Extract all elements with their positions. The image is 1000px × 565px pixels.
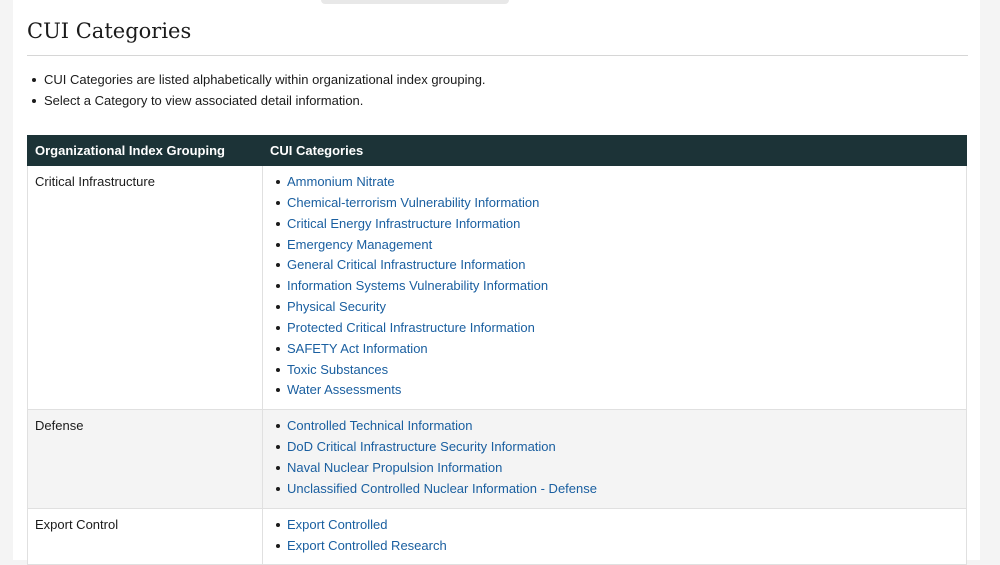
category-link[interactable]: Protected Critical Infrastructure Inform…	[287, 320, 535, 335]
column-header-categories: CUI Categories	[262, 135, 967, 166]
table-row: Critical Infrastructure Ammonium Nitrate…	[27, 164, 967, 411]
category-link[interactable]: Emergency Management	[287, 237, 432, 252]
list-item: Emergency Management	[273, 235, 966, 256]
cui-categories-table: Organizational Index Grouping CUI Catego…	[27, 135, 967, 565]
category-list: Controlled Technical Information DoD Cri…	[273, 416, 966, 499]
list-item: Chemical-terrorism Vulnerability Informa…	[273, 193, 966, 214]
list-item: Toxic Substances	[273, 360, 966, 381]
category-link[interactable]: Unclassified Controlled Nuclear Informat…	[287, 481, 597, 496]
list-item: Physical Security	[273, 297, 966, 318]
category-list: Ammonium Nitrate Chemical-terrorism Vuln…	[273, 172, 966, 401]
page-title: CUI Categories	[27, 19, 192, 43]
category-link[interactable]: Toxic Substances	[287, 362, 388, 377]
list-item: Water Assessments	[273, 380, 966, 401]
category-link[interactable]: Naval Nuclear Propulsion Information	[287, 460, 502, 475]
list-item: Naval Nuclear Propulsion Information	[273, 458, 966, 479]
group-cell: Defense	[27, 409, 263, 509]
list-item: Controlled Technical Information	[273, 416, 966, 437]
categories-cell: Ammonium Nitrate Chemical-terrorism Vuln…	[262, 164, 967, 411]
category-link[interactable]: Physical Security	[287, 299, 386, 314]
page-content: CUI Categories CUI Categories are listed…	[13, 0, 980, 565]
top-tab-edge	[321, 0, 509, 4]
window-edge	[987, 0, 1000, 560]
instruction-item: Select a Category to view associated det…	[27, 91, 486, 112]
category-link[interactable]: Controlled Technical Information	[287, 418, 472, 433]
category-link[interactable]: Export Controlled	[287, 517, 387, 532]
group-cell: Export Control	[27, 507, 263, 565]
column-header-grouping: Organizational Index Grouping	[27, 135, 263, 166]
list-item: SAFETY Act Information	[273, 339, 966, 360]
list-item: DoD Critical Infrastructure Security Inf…	[273, 437, 966, 458]
list-item: Protected Critical Infrastructure Inform…	[273, 318, 966, 339]
list-item: Export Controlled Research	[273, 536, 966, 557]
category-link[interactable]: SAFETY Act Information	[287, 341, 428, 356]
instruction-item: CUI Categories are listed alphabetically…	[27, 70, 486, 91]
category-link[interactable]: Information Systems Vulnerability Inform…	[287, 278, 548, 293]
category-link[interactable]: General Critical Infrastructure Informat…	[287, 257, 525, 272]
category-link[interactable]: Water Assessments	[287, 382, 401, 397]
title-divider	[27, 55, 968, 56]
category-list: Export Controlled Export Controlled Rese…	[273, 515, 966, 557]
category-link[interactable]: Critical Energy Infrastructure Informati…	[287, 216, 520, 231]
list-item: Ammonium Nitrate	[273, 172, 966, 193]
list-item: Export Controlled	[273, 515, 966, 536]
list-item: Information Systems Vulnerability Inform…	[273, 276, 966, 297]
category-link[interactable]: Export Controlled Research	[287, 538, 447, 553]
list-item: General Critical Infrastructure Informat…	[273, 255, 966, 276]
category-link[interactable]: Chemical-terrorism Vulnerability Informa…	[287, 195, 539, 210]
category-link[interactable]: Ammonium Nitrate	[287, 174, 395, 189]
list-item: Unclassified Controlled Nuclear Informat…	[273, 479, 966, 500]
category-link[interactable]: DoD Critical Infrastructure Security Inf…	[287, 439, 556, 454]
instructions-list: CUI Categories are listed alphabetically…	[27, 70, 486, 112]
categories-cell: Controlled Technical Information DoD Cri…	[262, 409, 967, 509]
categories-cell: Export Controlled Export Controlled Rese…	[262, 507, 967, 565]
table-header-row: Organizational Index Grouping CUI Catego…	[27, 135, 967, 166]
table-row: Defense Controlled Technical Information…	[27, 409, 967, 509]
list-item: Critical Energy Infrastructure Informati…	[273, 214, 966, 235]
group-cell: Critical Infrastructure	[27, 164, 263, 411]
table-row: Export Control Export Controlled Export …	[27, 507, 967, 565]
